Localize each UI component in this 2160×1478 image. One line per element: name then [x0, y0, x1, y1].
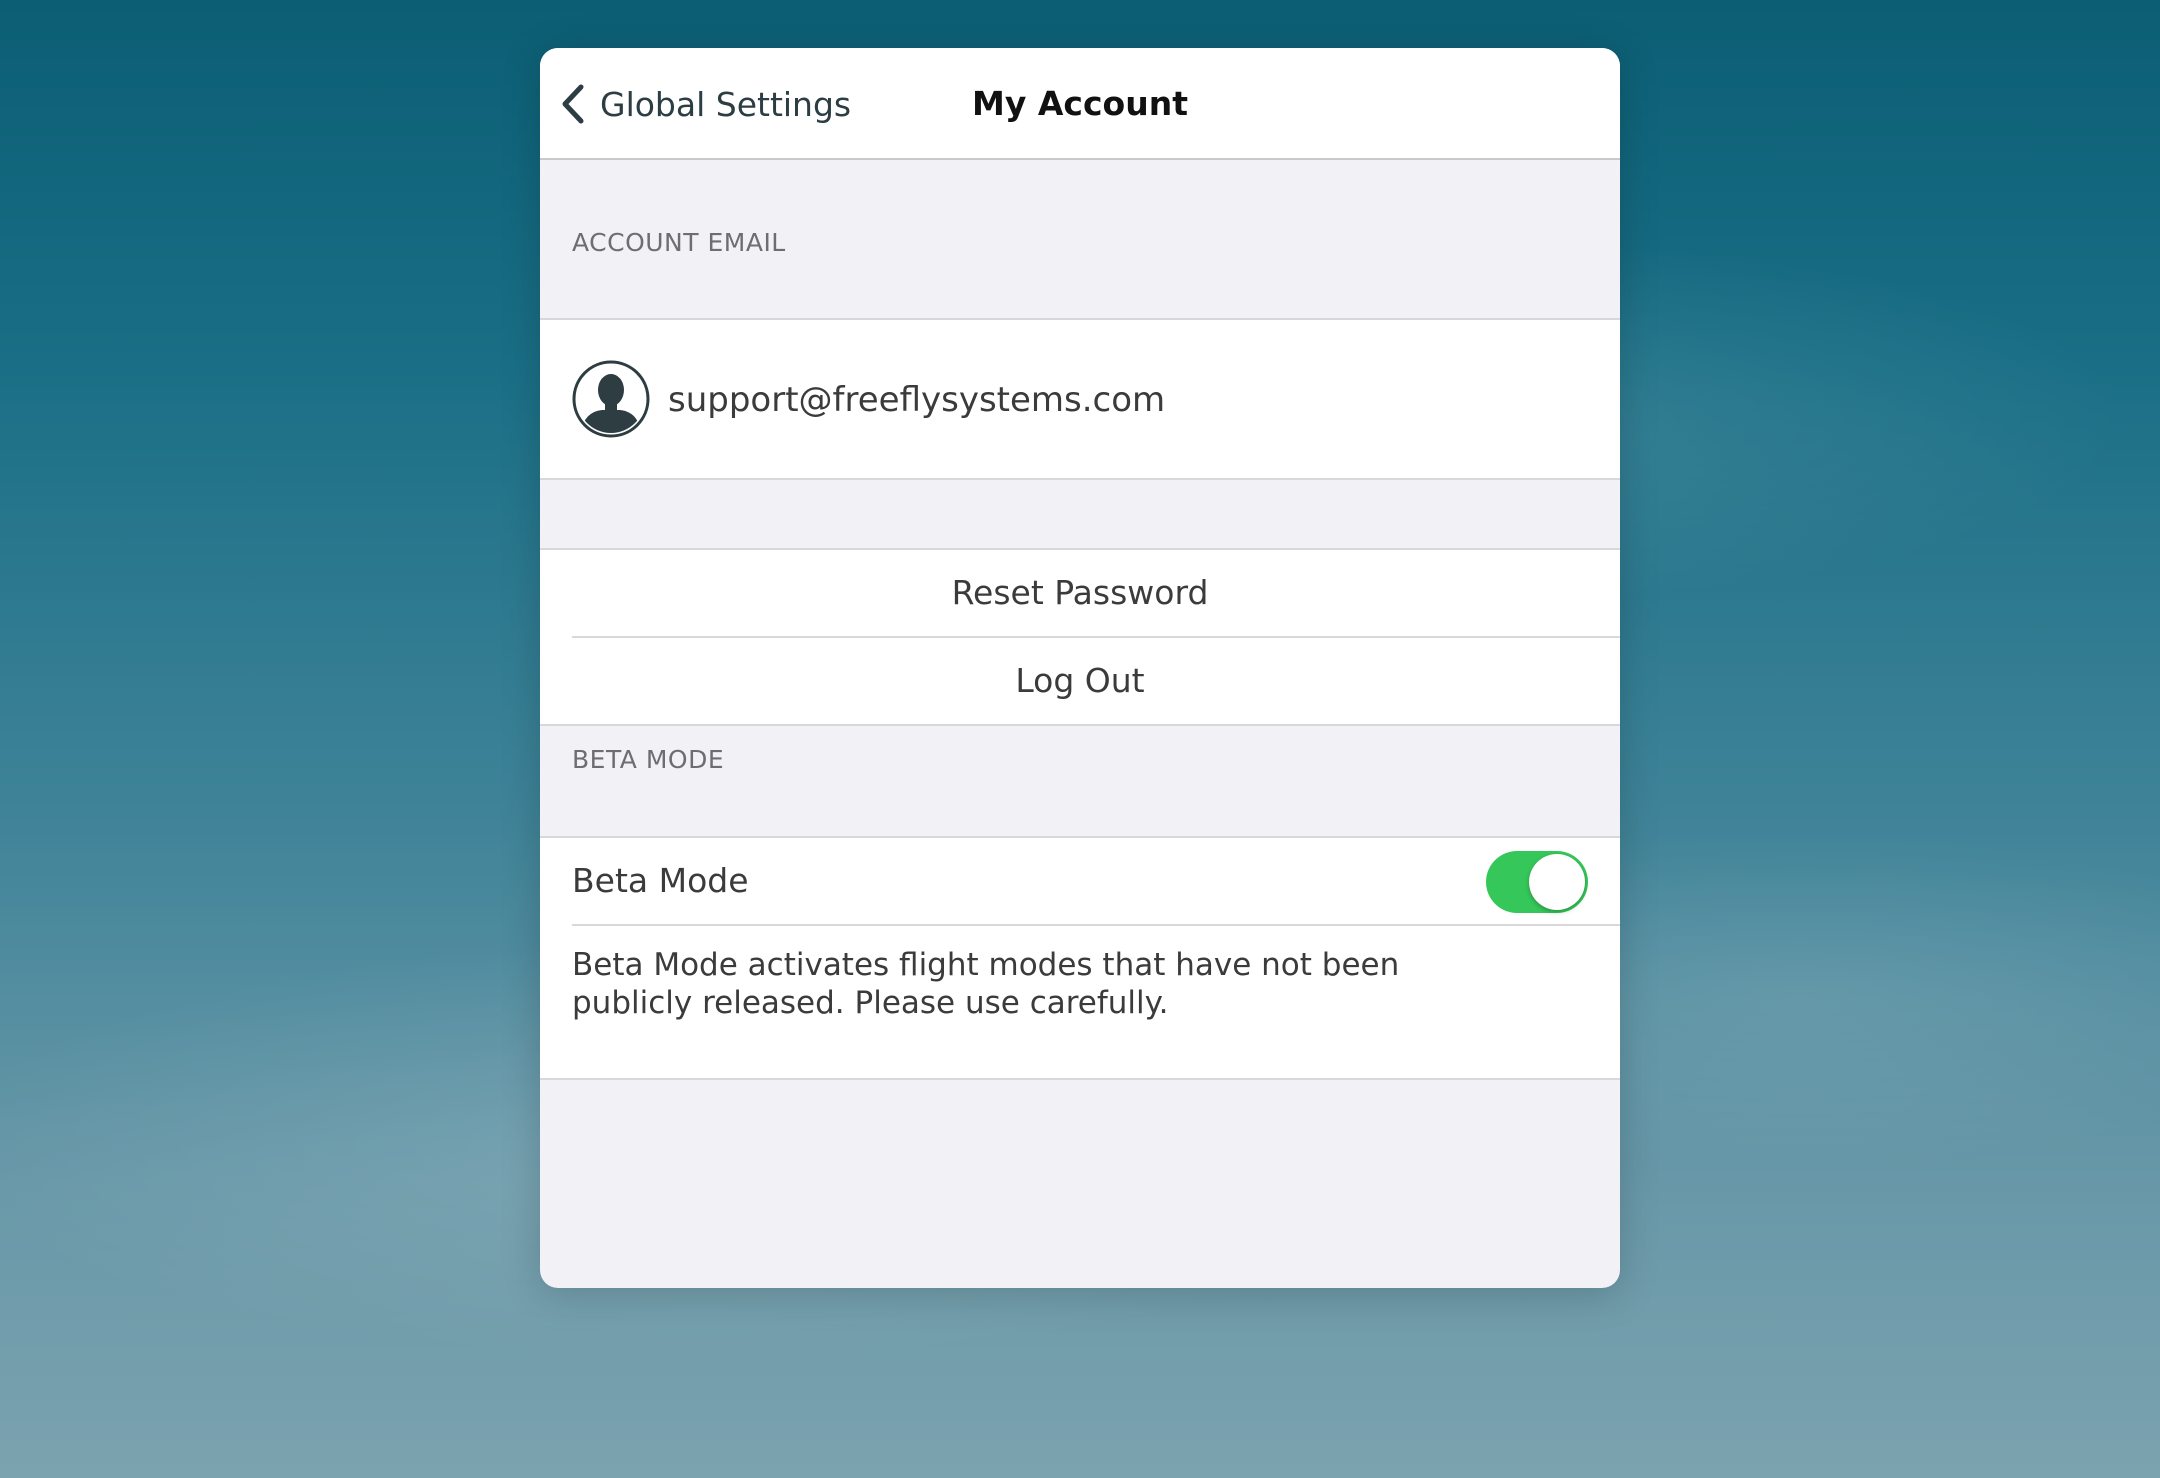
- navigation-bar: Global Settings My Account: [540, 48, 1620, 160]
- beta-mode-label: Beta Mode: [572, 861, 749, 900]
- account-actions-group: Reset Password Log Out: [540, 548, 1620, 726]
- account-email-header: ACCOUNT EMAIL: [572, 228, 786, 257]
- account-email-value: support@freeflysystems.com: [668, 380, 1166, 420]
- beta-mode-description: Beta Mode activates flight modes that ha…: [572, 947, 1400, 1021]
- reset-password-button[interactable]: Reset Password: [540, 550, 1620, 636]
- row-divider: [572, 924, 1620, 926]
- my-account-panel: Global Settings My Account ACCOUNT EMAIL…: [540, 48, 1620, 1288]
- user-silhouette-icon: [572, 360, 650, 438]
- log-out-button[interactable]: Log Out: [540, 638, 1620, 724]
- beta-mode-header: BETA MODE: [572, 745, 725, 774]
- account-email-row: support@freeflysystems.com: [540, 318, 1620, 480]
- toggle-knob: [1529, 854, 1585, 910]
- page-title: My Account: [972, 84, 1188, 123]
- beta-mode-group: Beta Mode Beta Mode activates flight mod…: [540, 836, 1620, 1080]
- beta-mode-toggle[interactable]: [1486, 851, 1588, 913]
